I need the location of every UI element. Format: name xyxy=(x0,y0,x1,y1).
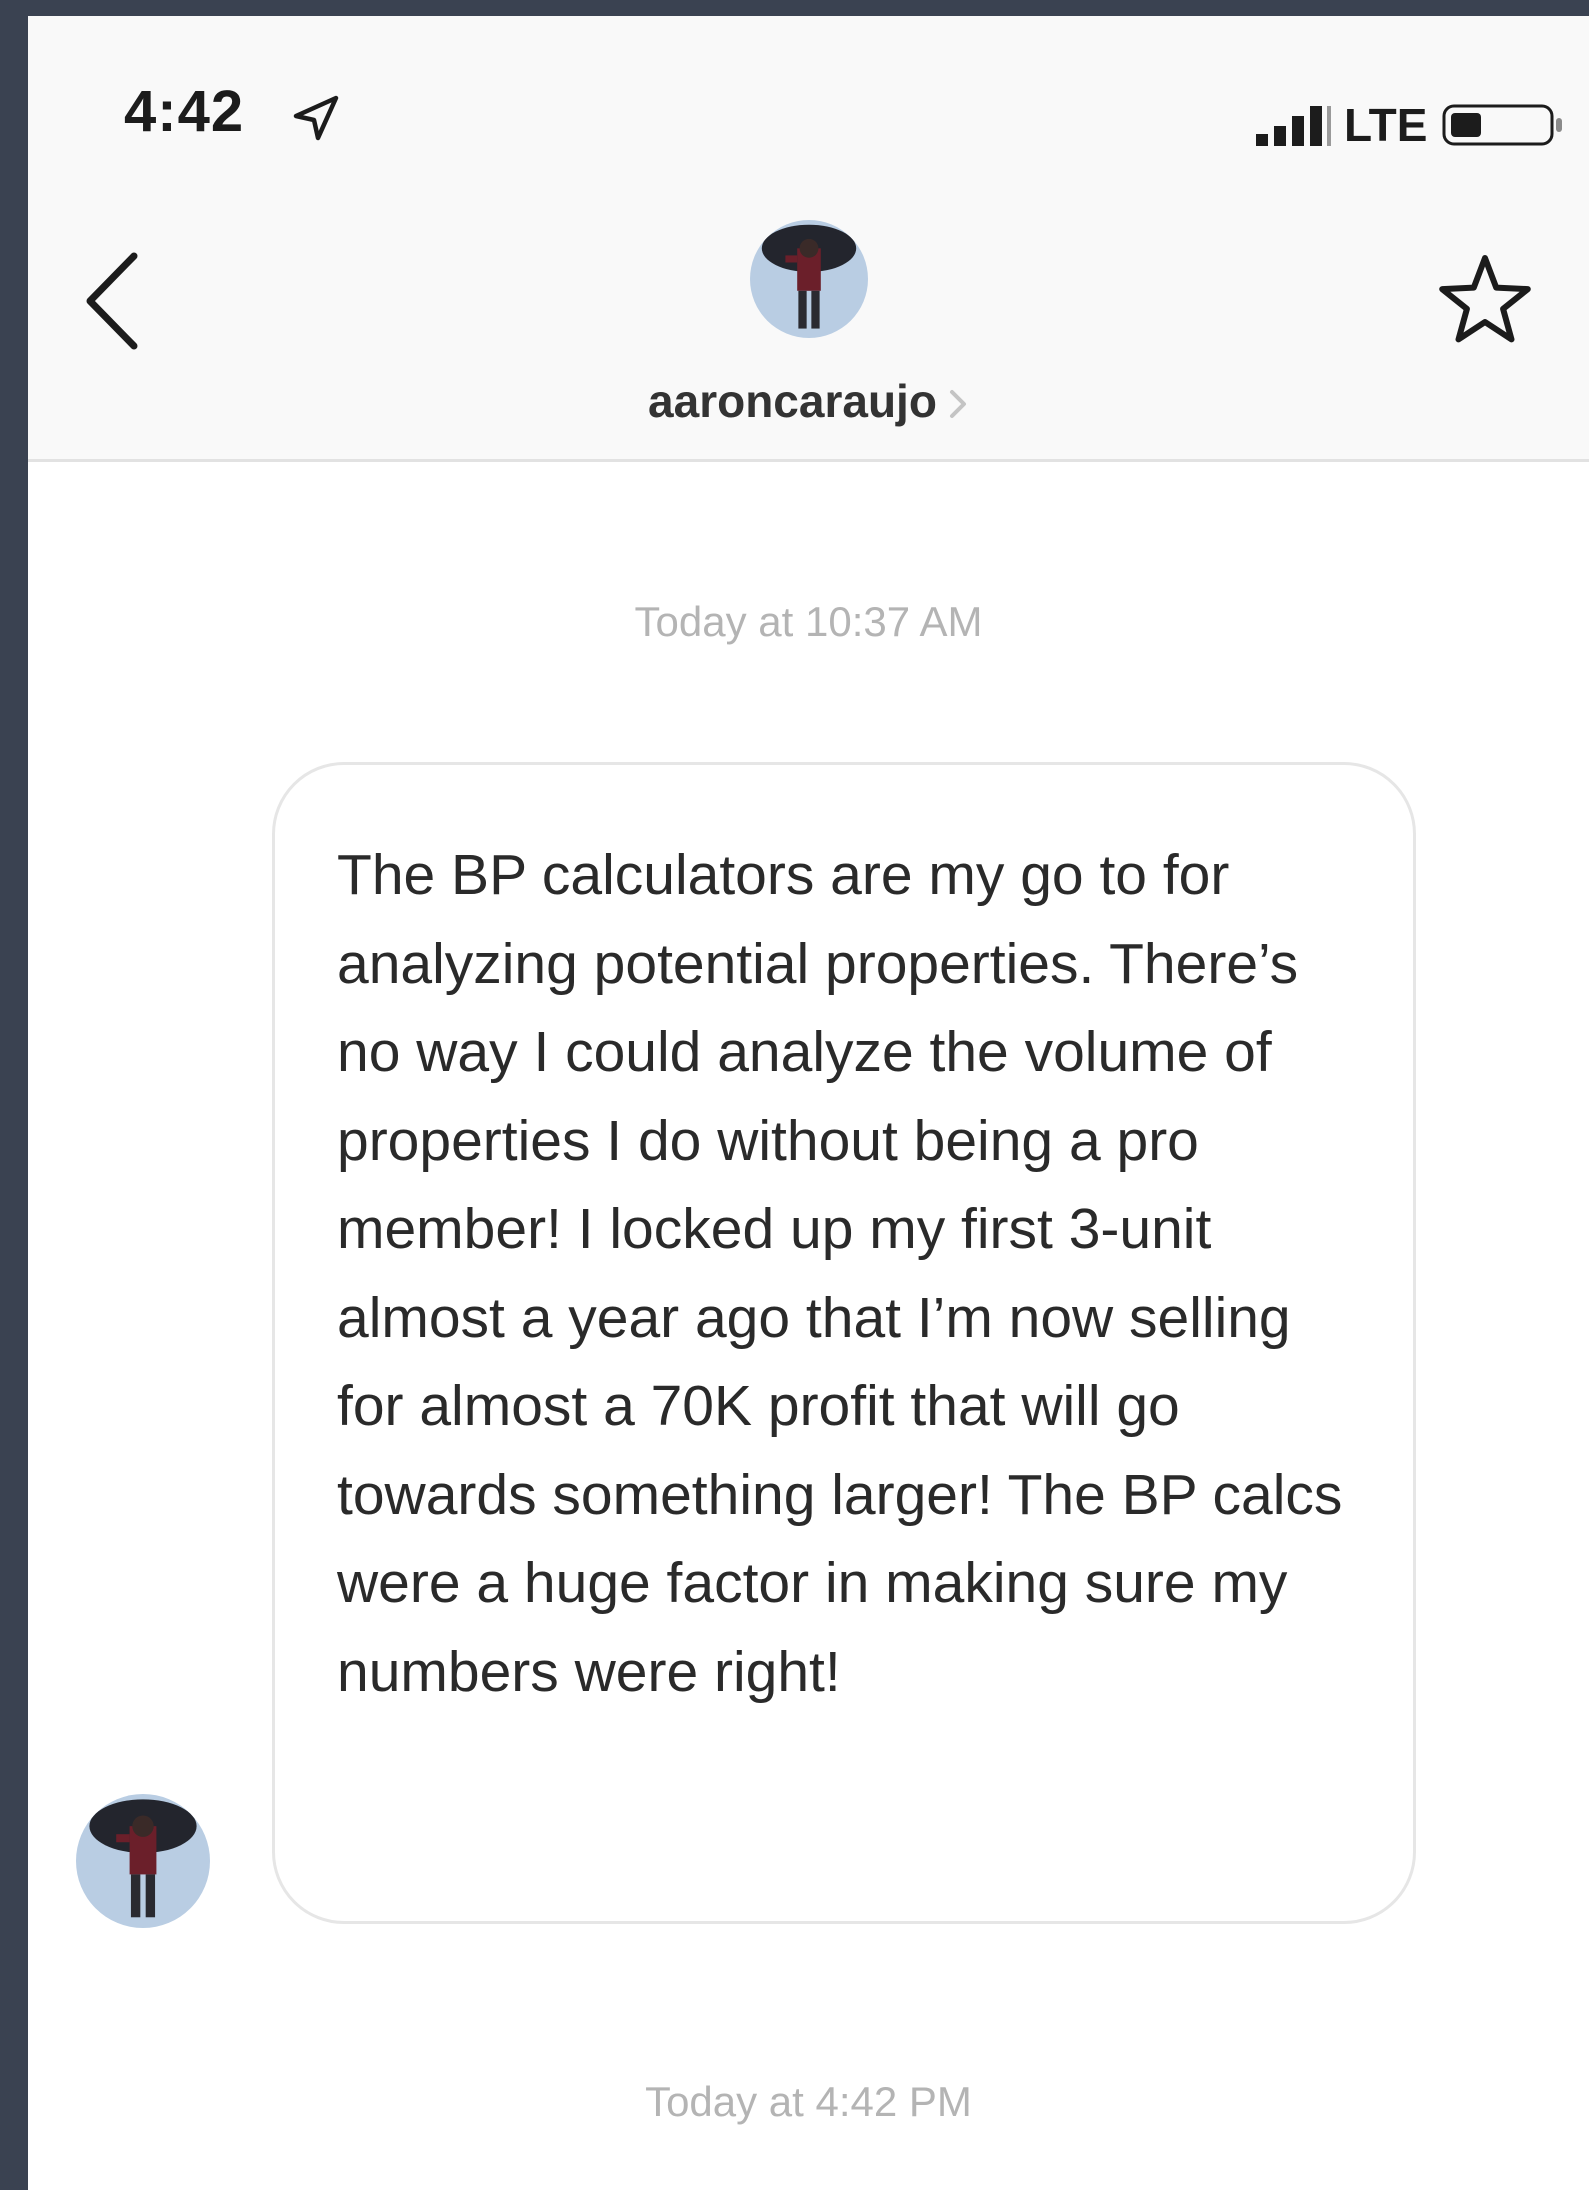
message-bubble[interactable]: The BP calculators are my go to for anal… xyxy=(272,762,1416,1924)
message-timestamp: Today at 4:42 PM xyxy=(645,2078,972,2125)
star-icon xyxy=(1439,255,1531,343)
back-button[interactable] xyxy=(76,246,146,356)
location-arrow-icon xyxy=(293,95,339,141)
network-type: LTE xyxy=(1344,99,1428,151)
signal-bars-icon xyxy=(1256,106,1331,146)
avatar[interactable] xyxy=(750,220,868,338)
conversation-title: aaroncaraujo xyxy=(28,374,1589,428)
avatar[interactable] xyxy=(76,1794,210,1928)
message-timestamp: Today at 10:37 AM xyxy=(634,598,983,645)
username-link[interactable]: aaroncaraujo xyxy=(648,375,937,427)
status-time: 4:42 xyxy=(124,79,245,144)
star-button[interactable] xyxy=(1432,248,1538,354)
chevron-right-icon xyxy=(949,390,966,418)
top-bar: 4:42 LTE aaroncaraujo xyxy=(28,16,1589,462)
message-text: The BP calculators are my go to for anal… xyxy=(337,843,1343,1704)
battery-icon xyxy=(1442,104,1562,146)
phone-screen: 4:42 LTE aaroncaraujo Today at 10:37 AM … xyxy=(28,16,1589,2190)
back-chevron-icon xyxy=(86,252,138,350)
